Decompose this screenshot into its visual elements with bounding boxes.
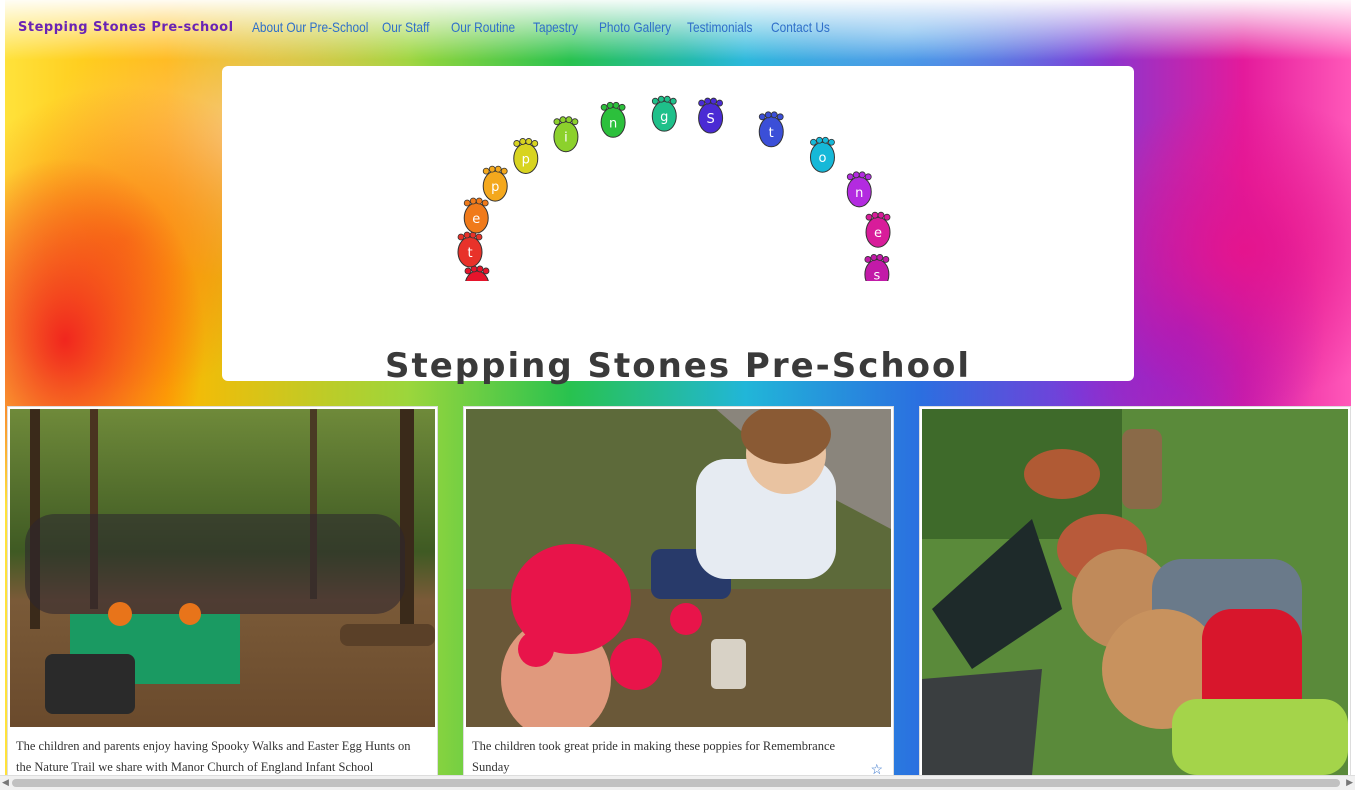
footprint-letter: n xyxy=(855,186,863,201)
footprint-letter: n xyxy=(609,116,617,131)
footprint-letter: p xyxy=(491,180,499,195)
footprint-12: n xyxy=(846,171,872,208)
footprint-6: i xyxy=(553,116,579,153)
footprint-letter: t xyxy=(769,126,774,141)
garden-photo xyxy=(922,409,1348,775)
footprint-letter: s xyxy=(873,268,880,281)
scroll-left-icon[interactable]: ◀ xyxy=(2,777,9,788)
footprint-letter: S xyxy=(706,112,714,127)
nav-staff[interactable]: Our Staff xyxy=(382,19,429,35)
nav-testimonials[interactable]: Testimonials xyxy=(687,19,752,35)
poppies-photo xyxy=(466,409,891,727)
footprint-letter: p xyxy=(522,152,530,167)
scrollbar-thumb[interactable] xyxy=(12,779,1340,787)
footprint-11: o xyxy=(809,136,835,173)
footprint-3: e xyxy=(463,197,489,234)
footprint-10: t xyxy=(758,111,784,148)
nav-routine[interactable]: Our Routine xyxy=(451,19,515,35)
hero-banner: St e p p i n g St o n e s Stepping Stones Pre-Schoo… xyxy=(222,66,1134,386)
gallery-card-3 xyxy=(919,406,1351,788)
footprint-4: p xyxy=(482,165,508,202)
gallery-card-2: The children took great pride in making … xyxy=(463,406,894,788)
scroll-right-icon[interactable]: ▶ xyxy=(1346,777,1353,788)
forest-group-photo xyxy=(10,409,435,727)
hero-title: Stepping Stones Pre-School xyxy=(384,346,972,386)
nav-contact[interactable]: Contact Us xyxy=(771,19,830,35)
footprints-logo: St e p p i n g St o n e s xyxy=(457,95,891,281)
footprint-letter: t xyxy=(467,246,472,261)
nav-about[interactable]: About Our Pre-School xyxy=(252,19,368,35)
card-2-caption: The children took great pride in making … xyxy=(472,739,836,774)
gallery-card-1: The children and parents enjoy having Sp… xyxy=(7,406,438,788)
footprint-5: p xyxy=(513,138,539,174)
footprint-2: t xyxy=(457,231,483,268)
card-1-caption: The children and parents enjoy having Sp… xyxy=(16,739,411,774)
footprint-7: n xyxy=(600,101,626,138)
footprint-1: S xyxy=(464,265,490,281)
horizontal-scrollbar[interactable]: ◀ ▶ xyxy=(0,775,1355,790)
footprint-8: g xyxy=(651,95,677,132)
footprint-letter: g xyxy=(660,110,668,125)
footprint-9: S xyxy=(698,97,724,134)
top-navigation: Stepping Stones Pre-school About Our Pre… xyxy=(0,0,1355,58)
footprint-14: s xyxy=(864,254,890,281)
nav-photo-gallery[interactable]: Photo Gallery xyxy=(599,19,671,35)
footprint-letter: e xyxy=(874,226,882,241)
footprint-13: e xyxy=(865,211,891,248)
nav-tapestry[interactable]: Tapestry xyxy=(533,19,578,35)
footprint-letter: o xyxy=(818,151,826,166)
footprint-letter: S xyxy=(473,280,481,281)
brand-link[interactable]: Stepping Stones Pre-school xyxy=(18,20,234,35)
footprint-letter: i xyxy=(564,131,568,146)
footprint-letter: e xyxy=(472,212,480,227)
